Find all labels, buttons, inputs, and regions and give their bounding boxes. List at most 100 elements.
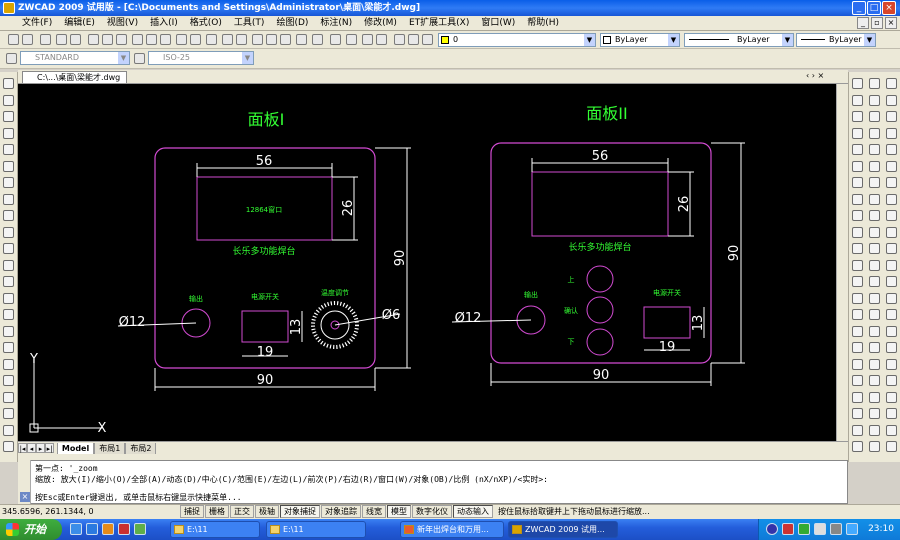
- modify-tool-icon-0-13[interactable]: [852, 292, 863, 304]
- menu-file[interactable]: 文件(F): [0, 16, 58, 31]
- modify-tool-icon-2-0[interactable]: [886, 78, 897, 89]
- color-select[interactable]: ByLayer ▼: [600, 33, 680, 47]
- modify-tool-icon-2-21[interactable]: [886, 424, 897, 436]
- draw-tool-icon-8[interactable]: [3, 210, 14, 221]
- modify-tool-icon-2-7[interactable]: [886, 193, 897, 205]
- command-prompt[interactable]: 按Esc或Enter键退出, 或单击鼠标右键显示快捷菜单...: [35, 492, 242, 503]
- lineweight-select[interactable]: ByLayer ▼: [796, 33, 876, 47]
- tablet-toggle[interactable]: 数字化仪: [412, 505, 452, 518]
- drawing-canvas[interactable]: 面板I 12864窗口 56 26 长乐多功能焊台 输出 Ø12 电源开关 19…: [18, 84, 848, 441]
- draw-tool-icon-21[interactable]: [3, 424, 14, 436]
- text-style-icon[interactable]: [6, 53, 17, 64]
- menu-view[interactable]: 视图(V): [101, 16, 144, 31]
- task-explorer-2[interactable]: E:\11: [266, 521, 366, 538]
- draw-tool-icon-16[interactable]: [3, 342, 14, 353]
- menu-tools[interactable]: 工具(T): [228, 16, 271, 31]
- dynamic-input-toggle[interactable]: 动态输入: [453, 505, 493, 518]
- snap-toggle[interactable]: 捕捉: [180, 505, 204, 518]
- modify-tool-icon-2-8[interactable]: [886, 210, 897, 221]
- draw-tool-icon-5[interactable]: [3, 160, 14, 172]
- modify-tool-icon-2-9[interactable]: [886, 226, 897, 238]
- standard-tool-icon-7[interactable]: [116, 34, 127, 45]
- draw-tool-icon-3[interactable]: [3, 127, 14, 139]
- text-style-select[interactable]: STANDARD ▼: [20, 51, 130, 65]
- network-icon[interactable]: [846, 523, 858, 535]
- modify-tool-icon-0-17[interactable]: [852, 358, 863, 370]
- modify-tool-icon-0-19[interactable]: [852, 391, 863, 403]
- standard-tool-icon-19[interactable]: [296, 34, 307, 45]
- modify-tool-icon-0-8[interactable]: [852, 210, 863, 221]
- draw-tool-icon-13[interactable]: [3, 292, 14, 304]
- modify-tool-icon-1-9[interactable]: [869, 226, 880, 238]
- modify-tool-icon-2-18[interactable]: [886, 375, 897, 386]
- layer-select[interactable]: 0 ▼: [438, 33, 596, 47]
- modify-tool-icon-1-19[interactable]: [869, 391, 880, 403]
- modify-tool-icon-1-14[interactable]: [869, 309, 880, 320]
- tray-icon-1[interactable]: [766, 523, 778, 535]
- doc-minimize-icon[interactable]: _: [857, 17, 869, 29]
- standard-tool-icon-4[interactable]: [70, 34, 81, 45]
- modify-tool-icon-0-1[interactable]: [852, 94, 863, 106]
- quicklaunch-app-icon[interactable]: [118, 523, 130, 535]
- app-icon[interactable]: [3, 2, 15, 14]
- document-tab[interactable]: C:\...\桌面\梁能才.dwg: [22, 71, 128, 83]
- standard-tool-icon-6[interactable]: [102, 34, 113, 45]
- prev-tab-icon[interactable]: ◂: [27, 443, 36, 453]
- modify-tool-icon-0-4[interactable]: [852, 144, 863, 155]
- modify-tool-icon-1-3[interactable]: [869, 127, 880, 139]
- standard-tool-icon-18[interactable]: [280, 34, 291, 45]
- modify-tool-icon-1-6[interactable]: [869, 177, 880, 188]
- modify-tool-icon-2-2[interactable]: [886, 111, 897, 122]
- standard-tool-icon-10[interactable]: [160, 34, 171, 45]
- modify-tool-icon-0-22[interactable]: [852, 441, 863, 452]
- modify-tool-icon-1-7[interactable]: [869, 193, 880, 205]
- modify-tool-icon-0-5[interactable]: [852, 160, 863, 172]
- minimize-icon[interactable]: _: [852, 1, 866, 15]
- standard-tool-icon-0[interactable]: [8, 34, 19, 45]
- standard-tool-icon-8[interactable]: [132, 34, 143, 45]
- command-window[interactable]: 第一点: '_zoom 缩放: 放大(I)/缩小(O)/全部(A)/动态(D)/…: [18, 460, 848, 504]
- modify-tool-icon-2-11[interactable]: [886, 259, 897, 271]
- volume-icon[interactable]: [830, 523, 842, 535]
- modify-tool-icon-2-22[interactable]: [886, 441, 897, 452]
- modify-tool-icon-0-18[interactable]: [852, 375, 863, 386]
- menu-format[interactable]: 格式(O): [184, 16, 228, 31]
- first-tab-icon[interactable]: |◂: [18, 443, 27, 453]
- standard-tool-icon-21[interactable]: [330, 34, 341, 45]
- task-zwcad[interactable]: ZWCAD 2009 试用...: [508, 521, 618, 538]
- quicklaunch-app2-icon[interactable]: [134, 523, 146, 535]
- standard-tool-icon-17[interactable]: [266, 34, 277, 45]
- modify-tool-icon-1-20[interactable]: [869, 408, 880, 419]
- modify-tool-icon-1-8[interactable]: [869, 210, 880, 221]
- ortho-toggle[interactable]: 正交: [230, 505, 254, 518]
- modify-tool-icon-0-10[interactable]: [852, 243, 863, 254]
- draw-tool-icon-18[interactable]: [3, 375, 14, 386]
- modify-tool-icon-1-21[interactable]: [869, 424, 880, 436]
- draw-tool-icon-9[interactable]: [3, 226, 14, 238]
- modify-tool-icon-1-11[interactable]: [869, 259, 880, 271]
- last-tab-icon[interactable]: ▸|: [45, 443, 54, 453]
- standard-tool-icon-11[interactable]: [176, 34, 187, 45]
- modify-tool-icon-0-0[interactable]: [852, 78, 863, 89]
- linetype-select[interactable]: ByLayer ▼: [684, 33, 794, 47]
- menu-draw[interactable]: 绘图(D): [270, 16, 314, 31]
- modify-tool-icon-2-19[interactable]: [886, 391, 897, 403]
- modify-tool-icon-2-17[interactable]: [886, 358, 897, 370]
- draw-tool-icon-7[interactable]: [3, 193, 14, 205]
- modify-tool-icon-0-14[interactable]: [852, 309, 863, 320]
- menu-dimension[interactable]: 标注(N): [314, 16, 358, 31]
- draw-tool-icon-14[interactable]: [3, 309, 14, 320]
- modify-tool-icon-0-15[interactable]: [852, 325, 863, 337]
- standard-tool-icon-15[interactable]: [236, 34, 247, 45]
- draw-tool-icon-6[interactable]: [3, 177, 14, 188]
- modify-tool-icon-0-11[interactable]: [852, 259, 863, 271]
- modify-tool-icon-1-18[interactable]: [869, 375, 880, 386]
- modify-tool-icon-0-16[interactable]: [852, 342, 863, 353]
- tray-icon-2[interactable]: [782, 523, 794, 535]
- modify-tool-icon-2-3[interactable]: [886, 127, 897, 139]
- quicklaunch-desktop-icon[interactable]: [70, 523, 82, 535]
- task-browser[interactable]: 新年出焊台和万用...: [400, 521, 504, 538]
- modify-tool-icon-1-10[interactable]: [869, 243, 880, 254]
- tab-nav-icons[interactable]: ‹ › ×: [806, 71, 824, 80]
- grid-toggle[interactable]: 栅格: [205, 505, 229, 518]
